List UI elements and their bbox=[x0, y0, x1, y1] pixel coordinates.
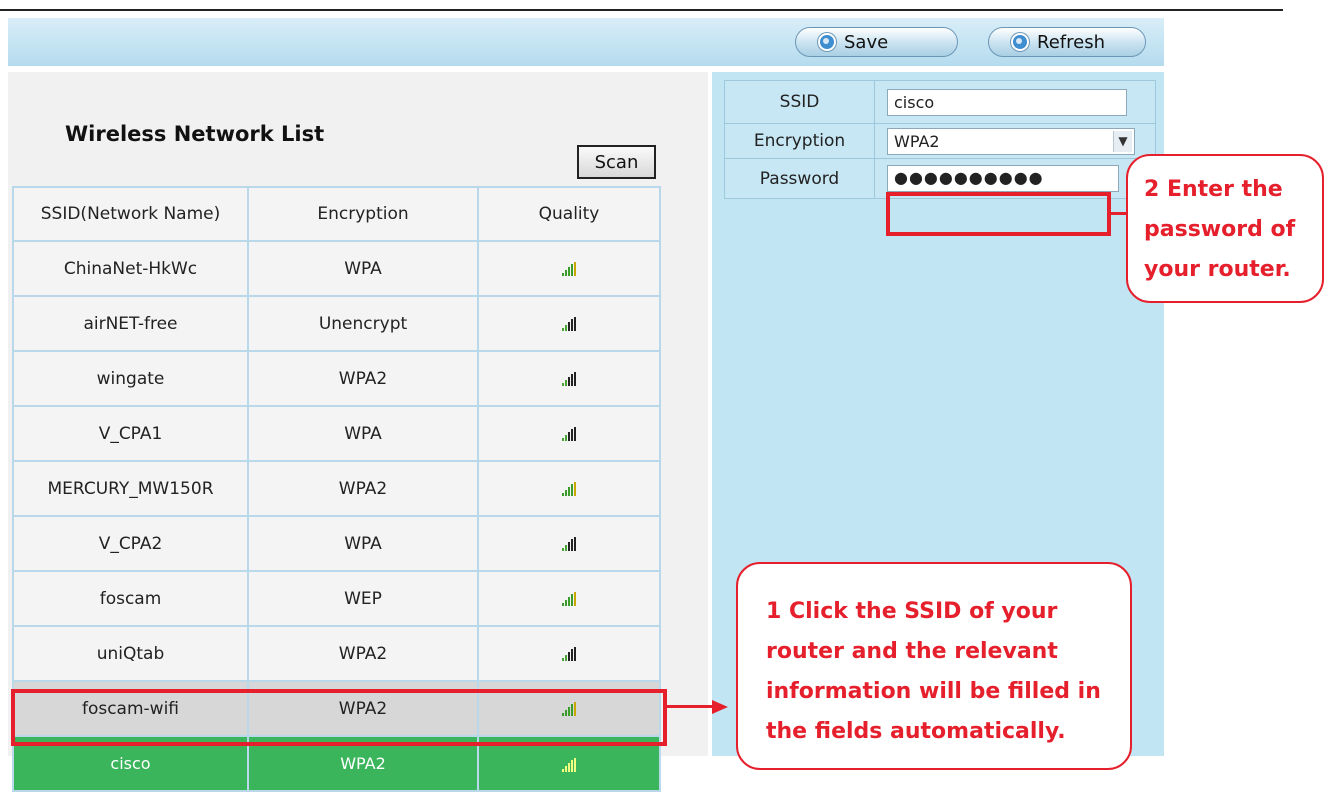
chevron-down-icon: ▼ bbox=[1113, 130, 1132, 152]
column-header-quality: Quality bbox=[477, 186, 661, 242]
signal-strength-icon bbox=[562, 757, 576, 772]
network-ssid: airNET-free bbox=[12, 295, 249, 352]
network-encryption: Unencrypt bbox=[247, 295, 479, 352]
toolbar: Save Refresh bbox=[8, 18, 1164, 66]
network-encryption: WPA2 bbox=[247, 350, 479, 407]
network-row[interactable]: MERCURY_MW150R WPA2 bbox=[12, 460, 661, 517]
signal-strength-icon bbox=[562, 536, 576, 551]
network-encryption: WPA2 bbox=[247, 460, 479, 517]
column-header-ssid: SSID(Network Name) bbox=[12, 186, 249, 242]
wifi-settings-form: SSID Encryption WPA2 ▼ Password ●●●●●●●●… bbox=[724, 80, 1156, 199]
network-quality bbox=[477, 625, 661, 682]
network-ssid: wingate bbox=[12, 350, 249, 407]
network-encryption: WEP bbox=[247, 570, 479, 627]
arrow-right-icon bbox=[712, 700, 728, 714]
network-row[interactable]: uniQtab WPA2 bbox=[12, 625, 661, 682]
refresh-icon bbox=[1011, 33, 1029, 51]
password-highlight bbox=[886, 192, 1111, 236]
network-row[interactable]: ChinaNet-HkWc WPA bbox=[12, 240, 661, 297]
selected-row-highlight bbox=[11, 689, 667, 746]
encryption-row: Encryption WPA2 ▼ bbox=[724, 123, 1156, 159]
encryption-select[interactable]: WPA2 ▼ bbox=[887, 127, 1135, 155]
network-encryption: WPA bbox=[247, 405, 479, 462]
signal-strength-icon bbox=[562, 646, 576, 661]
network-encryption: WPA bbox=[247, 240, 479, 297]
network-table-header: SSID(Network Name) Encryption Quality bbox=[12, 186, 661, 242]
signal-strength-icon bbox=[562, 316, 576, 331]
network-encryption: WPA bbox=[247, 515, 479, 572]
row-callout-connector bbox=[667, 705, 717, 708]
refresh-button-label: Refresh bbox=[1037, 31, 1105, 53]
network-ssid: foscam bbox=[12, 570, 249, 627]
signal-strength-icon bbox=[562, 591, 576, 606]
network-quality bbox=[477, 515, 661, 572]
signal-strength-icon bbox=[562, 426, 576, 441]
encryption-label: Encryption bbox=[724, 123, 875, 159]
network-quality bbox=[477, 295, 661, 352]
password-input[interactable]: ●●●●●●●●●● bbox=[887, 165, 1119, 192]
ssid-row: SSID bbox=[724, 80, 1156, 124]
network-quality bbox=[477, 460, 661, 517]
network-row[interactable]: airNET-free Unencrypt bbox=[12, 295, 661, 352]
network-list-title: Wireless Network List bbox=[65, 122, 325, 146]
network-ssid: uniQtab bbox=[12, 625, 249, 682]
save-button-label: Save bbox=[844, 31, 889, 53]
signal-strength-icon bbox=[562, 371, 576, 386]
encryption-select-value: WPA2 bbox=[894, 131, 940, 151]
network-row[interactable]: V_CPA1 WPA bbox=[12, 405, 661, 462]
network-ssid: V_CPA2 bbox=[12, 515, 249, 572]
password-label: Password bbox=[724, 158, 875, 199]
step2-callout: 2 Enter the password of your router. bbox=[1126, 154, 1324, 303]
column-header-encryption: Encryption bbox=[247, 186, 479, 242]
save-button[interactable]: Save bbox=[795, 27, 958, 57]
step1-callout: 1 Click the SSID of your router and the … bbox=[736, 562, 1132, 770]
save-icon bbox=[818, 33, 836, 51]
network-quality bbox=[477, 570, 661, 627]
network-row[interactable]: V_CPA2 WPA bbox=[12, 515, 661, 572]
network-encryption: WPA2 bbox=[247, 625, 479, 682]
network-quality bbox=[477, 240, 661, 297]
network-ssid: MERCURY_MW150R bbox=[12, 460, 249, 517]
ssid-label: SSID bbox=[724, 80, 875, 124]
refresh-button[interactable]: Refresh bbox=[988, 27, 1146, 57]
signal-strength-icon bbox=[562, 481, 576, 496]
network-quality bbox=[477, 350, 661, 407]
top-divider bbox=[0, 9, 1283, 11]
ssid-input[interactable] bbox=[887, 88, 1127, 116]
signal-strength-icon bbox=[562, 261, 576, 276]
scan-button[interactable]: Scan bbox=[577, 145, 656, 179]
network-quality bbox=[477, 405, 661, 462]
network-row[interactable]: foscam WEP bbox=[12, 570, 661, 627]
network-ssid: ChinaNet-HkWc bbox=[12, 240, 249, 297]
network-row[interactable]: wingate WPA2 bbox=[12, 350, 661, 407]
network-ssid: V_CPA1 bbox=[12, 405, 249, 462]
